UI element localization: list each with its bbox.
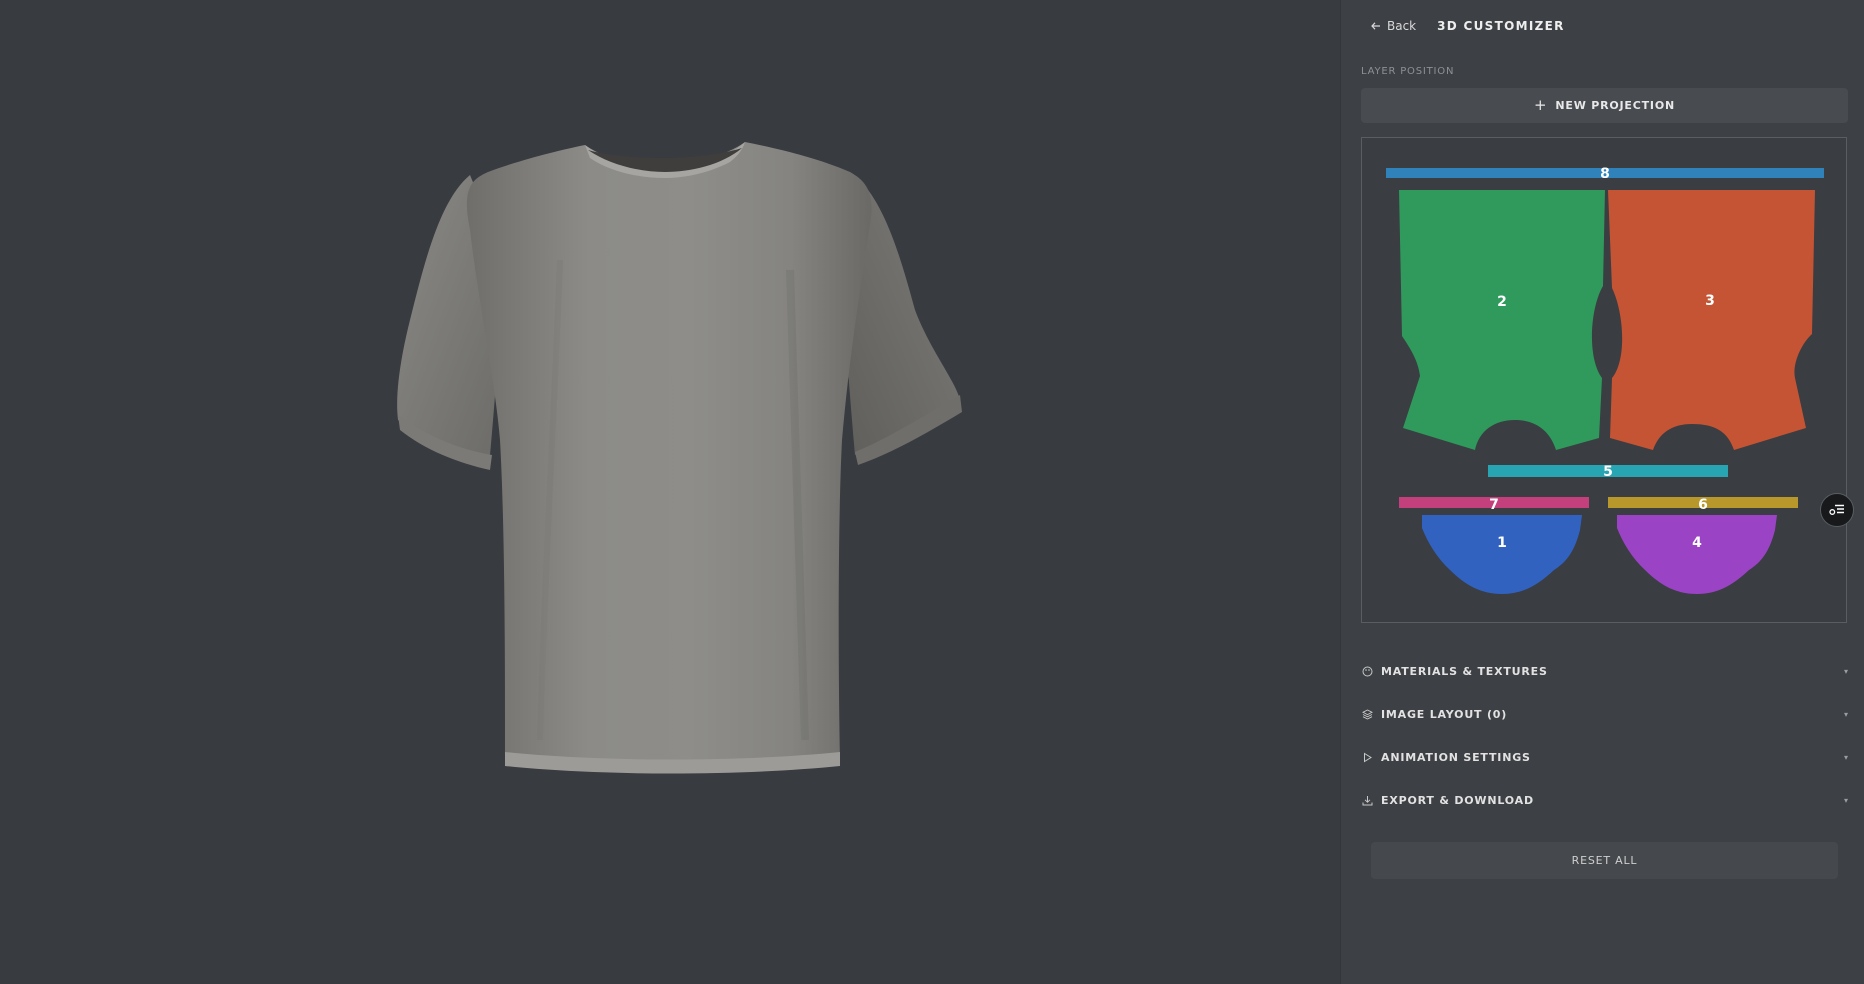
chevron-down-icon: ▾ bbox=[1843, 752, 1848, 762]
layer-position-label: LAYER POSITION bbox=[1361, 66, 1455, 77]
accordion-label: ANIMATION SETTINGS bbox=[1381, 750, 1531, 764]
back-button[interactable]: Back bbox=[1371, 19, 1416, 33]
chevron-down-icon: ▾ bbox=[1843, 666, 1848, 676]
back-label: Back bbox=[1387, 19, 1417, 33]
accordion-materials-textures[interactable]: MATERIALS & TEXTURES ▾ bbox=[1361, 661, 1848, 681]
accordion-label: EXPORT & DOWNLOAD bbox=[1381, 793, 1534, 807]
chevron-down-icon: ▾ bbox=[1843, 795, 1848, 805]
uv-label-7: 7 bbox=[1489, 497, 1499, 513]
new-projection-button[interactable]: + NEW PROJECTION bbox=[1361, 88, 1848, 123]
3d-viewport[interactable] bbox=[0, 0, 1340, 984]
uv-piece-4[interactable] bbox=[1617, 515, 1777, 594]
uv-piece-2[interactable] bbox=[1399, 190, 1605, 450]
plus-icon: + bbox=[1534, 96, 1548, 114]
uv-label-2: 2 bbox=[1497, 294, 1507, 310]
uv-layout-map[interactable]: 8 2 3 5 7 6 1 4 bbox=[1361, 137, 1847, 623]
uv-label-3: 3 bbox=[1705, 293, 1715, 309]
uv-piece-3[interactable] bbox=[1608, 190, 1815, 450]
tshirt-model[interactable] bbox=[0, 0, 1340, 984]
uv-label-4: 4 bbox=[1692, 535, 1702, 551]
uv-label-6: 6 bbox=[1698, 497, 1708, 513]
accordion-export-download[interactable]: EXPORT & DOWNLOAD ▾ bbox=[1361, 790, 1848, 810]
panel-header: Back 3D CUSTOMIZER bbox=[1371, 16, 1565, 36]
uv-label-8: 8 bbox=[1600, 166, 1610, 182]
layer-options-button[interactable] bbox=[1820, 493, 1854, 527]
accordion-label: IMAGE LAYOUT (0) bbox=[1381, 707, 1508, 721]
layers-icon bbox=[1361, 708, 1373, 720]
accordion-image-layout[interactable]: IMAGE LAYOUT (0) ▾ bbox=[1361, 704, 1848, 724]
customizer-panel: Back 3D CUSTOMIZER LAYER POSITION + NEW … bbox=[1340, 0, 1864, 984]
reset-all-button[interactable]: RESET ALL bbox=[1371, 842, 1838, 879]
uv-label-1: 1 bbox=[1497, 535, 1507, 551]
accordion-animation-settings[interactable]: ANIMATION SETTINGS ▾ bbox=[1361, 747, 1848, 767]
chevron-down-icon: ▾ bbox=[1843, 709, 1848, 719]
accordion-label: MATERIALS & TEXTURES bbox=[1381, 664, 1548, 678]
new-projection-label: NEW PROJECTION bbox=[1555, 99, 1675, 112]
play-icon bbox=[1361, 751, 1373, 763]
uv-label-5: 5 bbox=[1603, 464, 1613, 480]
download-icon bbox=[1361, 794, 1373, 806]
arrow-left-icon bbox=[1371, 22, 1380, 30]
palette-icon bbox=[1361, 665, 1373, 677]
page-title: 3D CUSTOMIZER bbox=[1437, 19, 1565, 33]
uv-piece-1[interactable] bbox=[1422, 515, 1582, 594]
filter-list-icon bbox=[1829, 504, 1844, 515]
